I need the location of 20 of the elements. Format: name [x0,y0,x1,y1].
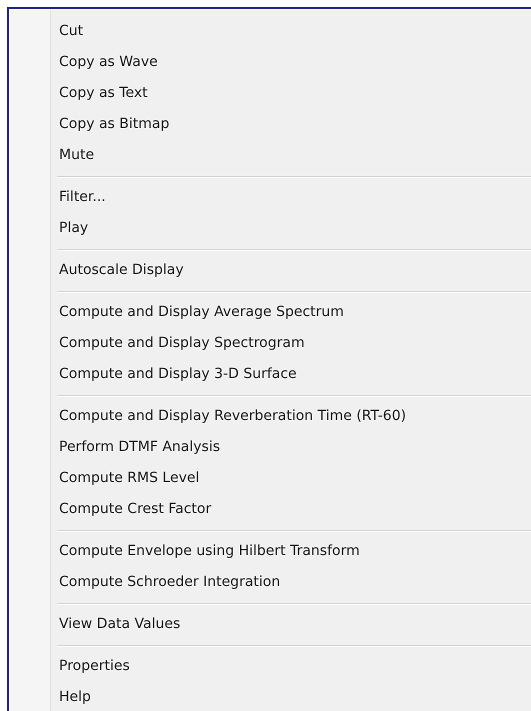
menu-item[interactable]: Compute and Display Spectrogram [9,328,305,359]
menu-item[interactable]: Filter... [9,182,106,213]
menu-item[interactable]: Compute RMS Level [9,463,200,494]
menu-item[interactable]: Properties [9,651,130,682]
menu-item[interactable]: View Data Values [9,609,180,640]
menu-item[interactable]: Compute and Display Reverberation Time (RT-60) [9,401,406,432]
menu-item[interactable]: Play [9,213,88,244]
menu-item[interactable]: Copy as Bitmap [9,109,170,140]
menu-item[interactable]: Help [9,682,91,711]
menu-item[interactable]: Compute Crest Factor [9,494,212,525]
menu-item[interactable]: Autoscale Display [9,255,184,286]
menu-item[interactable]: Compute Schroeder Integration [9,567,280,598]
menu-item[interactable]: Copy as Wave [9,47,158,78]
menu-item[interactable]: Perform DTMF Analysis [9,432,220,463]
menu-item[interactable]: Mute [9,140,94,171]
menu-item[interactable]: Compute and Display 3-D Surface [9,359,297,390]
menu-item[interactable]: Cut [9,16,84,47]
menu-item[interactable]: Compute and Display Average Spectrum [9,297,344,328]
menu-item[interactable]: Copy as Text [9,78,148,109]
menu-item[interactable]: Compute Envelope using Hilbert Transform [9,536,360,567]
